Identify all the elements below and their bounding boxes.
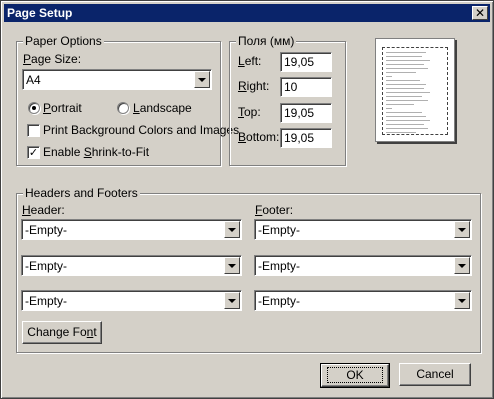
preview-text-line bbox=[386, 120, 430, 121]
headers-footers-legend: Headers and Footers bbox=[23, 186, 140, 200]
preview-text-line bbox=[386, 124, 424, 125]
right-margin-label: Right: bbox=[238, 79, 270, 93]
chevron-down-icon[interactable] bbox=[454, 292, 470, 309]
preview-text-line bbox=[386, 68, 428, 69]
enable-shrink-checkbox[interactable]: ✓ bbox=[27, 146, 40, 159]
margins-group: Поля (мм) Left: 19,05 Right: 10 Top: 19,… bbox=[229, 34, 346, 166]
close-icon: ✕ bbox=[474, 6, 486, 20]
page-size-select[interactable]: A4 bbox=[22, 69, 212, 90]
ok-button[interactable]: OK bbox=[320, 363, 390, 388]
chevron-down-icon[interactable] bbox=[454, 221, 470, 238]
preview-text-line bbox=[386, 88, 424, 89]
preview-text-line bbox=[386, 132, 416, 133]
left-margin-label: Left: bbox=[238, 54, 262, 68]
chevron-down-icon[interactable] bbox=[224, 257, 240, 274]
paper-options-group: Paper Options Page Size: A4 Portrait Lan… bbox=[16, 34, 239, 166]
chevron-down-icon[interactable] bbox=[224, 221, 240, 238]
headers-footers-group: Headers and Footers Header: Footer: -Emp… bbox=[16, 186, 481, 353]
chevron-down-icon[interactable] bbox=[454, 257, 470, 274]
left-margin-input[interactable]: 19,05 bbox=[280, 52, 332, 72]
preview-text-line bbox=[386, 92, 430, 93]
title-bar: Page Setup ✕ bbox=[4, 4, 490, 22]
preview-text-line bbox=[386, 84, 426, 85]
chevron-down-icon[interactable] bbox=[224, 292, 240, 309]
landscape-label[interactable]: Landscape bbox=[133, 101, 192, 115]
page-setup-dialog: Page Setup ✕ Paper Options Page Size: A4… bbox=[0, 0, 494, 399]
preview-text-line bbox=[386, 104, 414, 105]
preview-text-line bbox=[386, 112, 422, 113]
footer-select-3[interactable]: -Empty- bbox=[254, 290, 472, 311]
margins-legend: Поля (мм) bbox=[236, 34, 297, 48]
bottom-margin-input[interactable]: 19,05 bbox=[280, 128, 332, 148]
preview-text-line bbox=[386, 128, 428, 129]
header-select-1[interactable]: -Empty- bbox=[21, 219, 242, 240]
landscape-radio[interactable] bbox=[117, 102, 129, 114]
print-background-label[interactable]: Print Background Colors and Images bbox=[43, 123, 239, 137]
header-label: Header: bbox=[22, 203, 65, 217]
portrait-label[interactable]: Portrait bbox=[43, 101, 82, 115]
header-select-3[interactable]: -Empty- bbox=[21, 290, 242, 311]
preview-text-line bbox=[386, 60, 430, 61]
preview-text-line bbox=[386, 56, 422, 57]
preview-text-line bbox=[386, 100, 428, 101]
preview-text-line bbox=[386, 80, 420, 81]
preview-text-line bbox=[386, 64, 424, 65]
preview-text-line bbox=[386, 72, 416, 73]
top-margin-label: Top: bbox=[238, 105, 261, 119]
page-size-label: Page Size: bbox=[23, 52, 82, 66]
enable-shrink-label[interactable]: Enable Shrink-to-Fit bbox=[43, 145, 149, 159]
close-button[interactable]: ✕ bbox=[472, 6, 488, 20]
preview-text-line bbox=[386, 76, 392, 77]
preview-text-line bbox=[386, 52, 426, 53]
footer-select-2[interactable]: -Empty- bbox=[254, 255, 472, 276]
header-select-2[interactable]: -Empty- bbox=[21, 255, 242, 276]
cancel-button[interactable]: Cancel bbox=[399, 363, 471, 386]
page-size-value: A4 bbox=[26, 73, 41, 87]
preview-text-line bbox=[386, 96, 422, 97]
chevron-down-icon[interactable] bbox=[194, 71, 210, 88]
window-title: Page Setup bbox=[7, 6, 73, 20]
footer-label: Footer: bbox=[255, 203, 294, 217]
print-background-checkbox[interactable] bbox=[27, 124, 40, 137]
portrait-radio[interactable] bbox=[28, 102, 40, 114]
page-preview-margins bbox=[382, 47, 448, 135]
right-margin-input[interactable]: 10 bbox=[280, 77, 332, 97]
change-font-button[interactable]: Change Font bbox=[22, 321, 102, 344]
footer-select-1[interactable]: -Empty- bbox=[254, 219, 472, 240]
page-preview bbox=[375, 38, 455, 142]
preview-text-line bbox=[386, 108, 392, 109]
paper-options-legend: Paper Options bbox=[23, 34, 104, 48]
top-margin-input[interactable]: 19,05 bbox=[280, 103, 332, 123]
preview-text-line bbox=[386, 116, 426, 117]
bottom-margin-label: Bottom: bbox=[238, 130, 280, 144]
check-icon: ✓ bbox=[28, 146, 39, 159]
